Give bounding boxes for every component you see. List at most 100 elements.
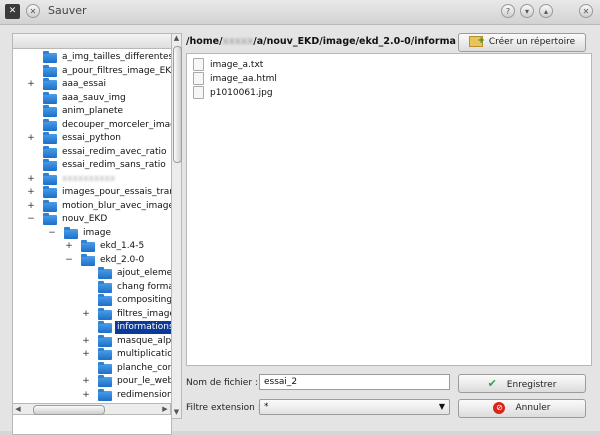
folder-panel: a_img_tailles_differentes a_pour_filtres_…: [12, 33, 182, 435]
file-item[interactable]: image_aa.html: [193, 72, 277, 85]
folder-icon: [98, 361, 112, 374]
expand-icon[interactable]: +: [27, 186, 35, 199]
expand-icon[interactable]: +: [27, 200, 35, 213]
expand-icon[interactable]: +: [82, 335, 90, 348]
expand-icon[interactable]: +: [82, 389, 90, 402]
tree-node[interactable]: chang format: [13, 280, 171, 294]
tree-vertical-scrollbar[interactable]: ▲ ▼: [171, 33, 182, 419]
collapse-icon[interactable]: −: [27, 213, 35, 226]
help-icon[interactable]: ✕: [26, 4, 40, 18]
tree-node[interactable]: + multiplication: [13, 348, 171, 361]
folder-icon: [81, 253, 95, 266]
expand-icon[interactable]: +: [27, 132, 35, 145]
folder-icon: [98, 280, 112, 293]
tree-node[interactable]: decouper_morceler_image: [13, 118, 171, 132]
folder-icon: [98, 348, 112, 360]
tree-node[interactable]: + xxxxxxxxxx: [13, 172, 171, 186]
tree-node[interactable]: a_pour_filtres_image_EKD: [13, 64, 172, 78]
tree-node-label: masque_alpha: [117, 335, 172, 346]
tree-node[interactable]: + aaa_essai: [13, 78, 171, 91]
close-icon[interactable]: ✕: [579, 4, 593, 18]
tree-node[interactable]: + images_pour_essais_transitions: [13, 186, 171, 199]
maximize-icon[interactable]: ▴: [539, 4, 553, 18]
tree-node-label: ekd_1.4-5: [100, 241, 145, 251]
tree-node-label: a_pour_filtres_image_EKD: [62, 65, 172, 76]
cancel-button[interactable]: ⊘ Annuler: [458, 399, 586, 418]
tree-header[interactable]: [12, 33, 172, 49]
collapse-icon[interactable]: −: [65, 254, 73, 267]
tree-node-label: xxxxxxxxxx: [62, 173, 116, 184]
expand-icon[interactable]: +: [65, 240, 73, 253]
folder-icon: [43, 213, 57, 225]
expand-icon[interactable]: +: [27, 173, 35, 186]
file-item[interactable]: p1010061.jpg: [193, 86, 273, 99]
expand-icon[interactable]: +: [27, 78, 35, 91]
tree-node-label: essai_redim_avec_ratio: [62, 146, 167, 157]
folder-tree[interactable]: a_img_tailles_differentes a_pour_filtres_…: [12, 49, 172, 435]
tree-node-label: planche_contact: [117, 362, 172, 373]
tree-node[interactable]: ajout_elements: [13, 267, 171, 280]
tree-node[interactable]: + masque_alpha: [13, 334, 172, 348]
tree-node-label: images_pour_essais_transitions: [62, 187, 171, 197]
save-button[interactable]: ✔ Enregistrer: [458, 374, 586, 393]
tree-node[interactable]: essai_redim_sans_ratio: [13, 159, 171, 172]
tree-node[interactable]: a_img_tailles_differentes: [13, 51, 171, 64]
tree-horizontal-scrollbar[interactable]: ◀ ▶: [12, 403, 171, 415]
tree-node-label: pour_le_web: [117, 376, 172, 386]
create-directory-button[interactable]: Créer un répertoire: [458, 33, 586, 52]
collapse-icon[interactable]: −: [48, 227, 56, 240]
scroll-right-icon[interactable]: ▶: [160, 404, 170, 414]
tree-node-label: compositing: [117, 295, 172, 305]
tree-node[interactable]: − image: [13, 226, 171, 240]
tree-node[interactable]: compositing: [13, 294, 171, 307]
tree-node[interactable]: + essai_python: [13, 132, 171, 145]
expand-icon[interactable]: +: [82, 375, 90, 388]
title-bar: ✕ ✕ Sauver ? ▾ ▴ ✕: [0, 0, 600, 25]
tree-node[interactable]: aaa_sauv_img: [13, 91, 171, 105]
filter-label: Filtre extension :: [186, 403, 261, 413]
expand-icon[interactable]: +: [82, 348, 90, 361]
tree-node[interactable]: + ekd_1.4-5: [13, 240, 171, 253]
folder-icon: [97, 321, 113, 334]
folder-icon: [43, 118, 57, 131]
scroll-thumb[interactable]: [33, 405, 105, 415]
tree-node[interactable]: − ekd_2.0-0: [13, 253, 171, 267]
filename-label: Nom de fichier :: [186, 378, 258, 388]
folder-icon: [98, 294, 112, 306]
expand-icon[interactable]: +: [82, 308, 90, 321]
folder-icon: [43, 159, 57, 171]
scroll-left-icon[interactable]: ◀: [13, 404, 23, 414]
tree-node[interactable]: + redimensionner: [13, 388, 171, 402]
file-name: image_a.txt: [210, 60, 264, 70]
filename-input[interactable]: essai_2: [259, 374, 450, 390]
tree-node[interactable]: − nouv_EKD: [13, 213, 171, 226]
scroll-down-icon[interactable]: ▼: [172, 408, 181, 418]
tree-node-label: a_img_tailles_differentes: [62, 52, 172, 62]
minimize-icon[interactable]: ▾: [520, 4, 534, 18]
filter-select[interactable]: * ▼: [259, 399, 450, 415]
file-item[interactable]: image_a.txt: [193, 58, 263, 71]
tree-node[interactable]: + motion_blur_avec_image: [13, 199, 171, 213]
file-name: p1010061.jpg: [210, 88, 273, 98]
folder-icon: [43, 105, 57, 117]
save-dialog: ✕ ✕ Sauver ? ▾ ▴ ✕ a_img_tailles_differe…: [0, 0, 600, 435]
tree-node-label: nouv_EKD: [62, 214, 108, 224]
scroll-thumb[interactable]: [173, 46, 182, 163]
folder-icon: [43, 145, 57, 158]
tree-node[interactable]: planche_contact: [13, 361, 172, 375]
tree-node[interactable]: informations: [13, 321, 171, 334]
tree-node-label: aaa_essai: [62, 79, 106, 89]
tree-node[interactable]: + filtres_image: [13, 307, 171, 321]
tree-node[interactable]: + pour_le_web: [13, 375, 171, 388]
tree-node[interactable]: essai_redim_avec_ratio: [13, 145, 171, 159]
scroll-up-icon[interactable]: ▲: [172, 34, 181, 44]
window-title: Sauver: [48, 4, 87, 17]
help-icon[interactable]: ?: [501, 4, 515, 18]
tree-node[interactable]: anim_planete: [13, 105, 171, 118]
file-list[interactable]: image_a.txt image_aa.html p1010061.jpg: [186, 53, 592, 366]
folder-icon: [98, 388, 112, 401]
tree-node-label: aaa_sauv_img: [62, 92, 126, 103]
tree-node-label: informations: [115, 321, 171, 334]
tree-node-label: ajout_elements: [117, 268, 172, 278]
cancel-label: Annuler: [515, 403, 551, 413]
